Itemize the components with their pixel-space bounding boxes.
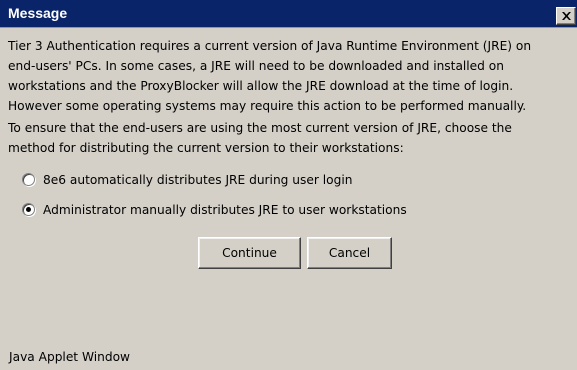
- cancel-button[interactable]: Cancel: [307, 237, 392, 269]
- radio-label-manual-distribute[interactable]: Administrator manually distributes JRE t…: [43, 202, 407, 218]
- radio-label-auto-distribute[interactable]: 8e6 automatically distributes JRE during…: [43, 172, 352, 188]
- message-dialog: Message Tier 3 Authentication requires a…: [0, 0, 577, 370]
- message-line: Tier 3 Authentication requires a current…: [8, 39, 532, 53]
- radio-button-manual-distribute[interactable]: [22, 203, 35, 216]
- radio-button-auto-distribute[interactable]: [22, 173, 35, 186]
- close-button[interactable]: [556, 7, 576, 25]
- message-line: To ensure that the end-users are using t…: [8, 121, 512, 135]
- message-line: method for distributing the current vers…: [8, 141, 404, 155]
- title-bar[interactable]: Message: [0, 0, 577, 28]
- message-line: workstations and the ProxyBlocker will a…: [8, 79, 514, 93]
- message-text: Tier 3 Authentication requires a current…: [8, 36, 570, 158]
- message-line: end-users' PCs. In some cases, a JRE wil…: [8, 59, 504, 73]
- window-title: Message: [8, 5, 68, 21]
- close-icon: [562, 12, 571, 20]
- continue-button[interactable]: Continue: [198, 237, 301, 269]
- radio-selected-dot: [26, 207, 31, 212]
- applet-window-label: Java Applet Window: [9, 350, 131, 364]
- message-line: However some operating systems may requi…: [8, 99, 527, 113]
